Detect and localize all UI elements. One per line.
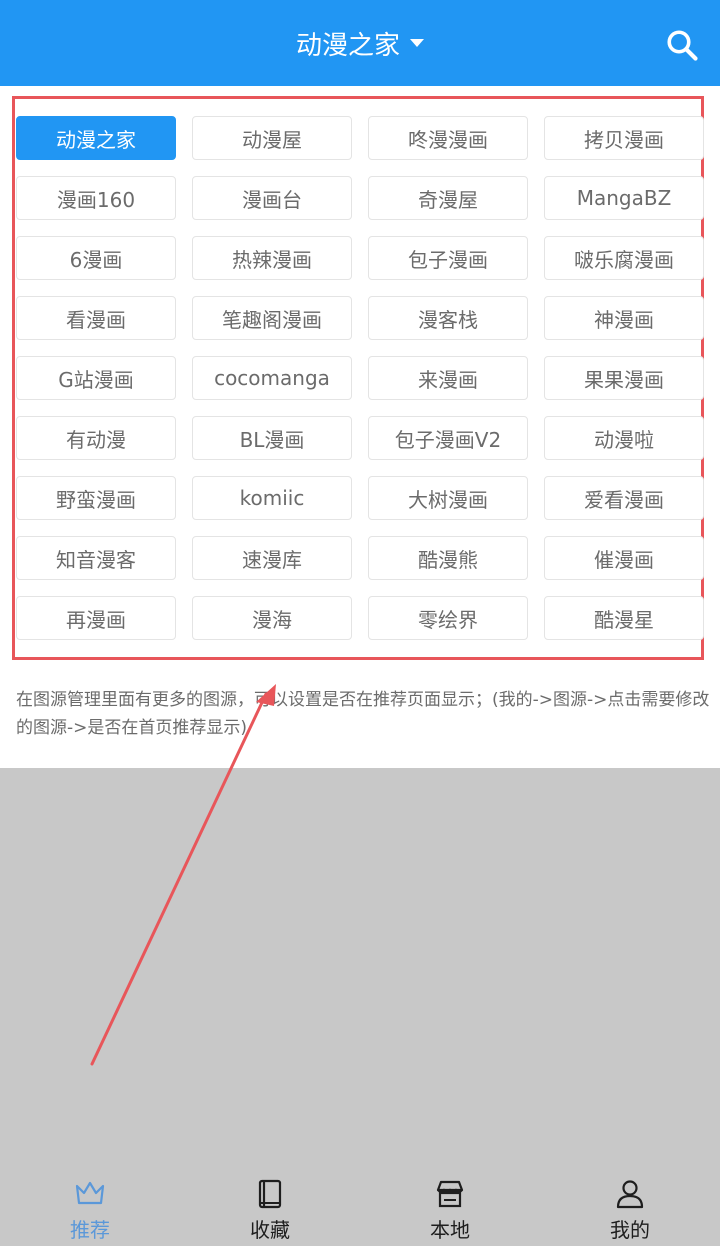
user-icon: [616, 1180, 644, 1209]
store-icon: [436, 1180, 464, 1208]
source-chip[interactable]: cocomanga: [192, 356, 352, 400]
tab-favorites[interactable]: 收藏: [180, 1172, 360, 1246]
bottom-tab-bar: 推荐 收藏 本地 我的: [0, 1172, 720, 1246]
source-note: 在图源管理里面有更多的图源，可以设置是否在推荐页面显示；(我的->图源->点击需…: [16, 690, 710, 738]
tab-label: 本地: [430, 1218, 470, 1242]
source-chip[interactable]: 拷贝漫画: [544, 116, 704, 160]
source-chip[interactable]: 零绘界: [368, 596, 528, 640]
source-chip[interactable]: komiic: [192, 476, 352, 520]
search-icon[interactable]: [664, 27, 700, 63]
source-chip[interactable]: 爱看漫画: [544, 476, 704, 520]
source-chip[interactable]: 包子漫画V2: [368, 416, 528, 460]
source-chip[interactable]: 来漫画: [368, 356, 528, 400]
source-chip[interactable]: 再漫画: [16, 596, 176, 640]
source-chip[interactable]: BL漫画: [192, 416, 352, 460]
source-chip[interactable]: 动漫屋: [192, 116, 352, 160]
caret-down-icon: [410, 39, 424, 47]
source-chip[interactable]: 看漫画: [16, 296, 176, 340]
source-chip[interactable]: 催漫画: [544, 536, 704, 580]
source-grid: 动漫之家 动漫屋 咚漫漫画 拷贝漫画漫画160 漫画台 奇漫屋 MangaBZ 6漫画 热辣漫画…: [16, 116, 704, 640]
source-chip[interactable]: 笔趣阁漫画: [192, 296, 352, 340]
tab-label: 推荐: [70, 1218, 110, 1242]
empty-area: [0, 768, 720, 1172]
crown-icon: [75, 1181, 105, 1205]
page-title: 动漫之家: [295, 30, 400, 61]
book-icon: [258, 1179, 282, 1209]
source-chip[interactable]: G站漫画: [16, 356, 176, 400]
source-chip[interactable]: 漫画台: [192, 176, 352, 220]
source-chip[interactable]: 野蛮漫画: [16, 476, 176, 520]
tab-mine[interactable]: 我的: [540, 1172, 720, 1246]
source-chip[interactable]: 果果漫画: [544, 356, 704, 400]
source-chip[interactable]: 知音漫客: [16, 536, 176, 580]
source-chip[interactable]: 奇漫屋: [368, 176, 528, 220]
source-chip[interactable]: 漫客栈: [368, 296, 528, 340]
source-chip[interactable]: 热辣漫画: [192, 236, 352, 280]
source-chip[interactable]: 有动漫: [16, 416, 176, 460]
source-chip[interactable]: 包子漫画: [368, 236, 528, 280]
source-chip[interactable]: 大树漫画: [368, 476, 528, 520]
source-chip[interactable]: 漫海: [192, 596, 352, 640]
source-chip[interactable]: MangaBZ: [544, 176, 704, 220]
source-chip[interactable]: 酷漫星: [544, 596, 704, 640]
app-header: 动漫之家: [0, 0, 720, 86]
source-chip[interactable]: 啵乐腐漫画: [544, 236, 704, 280]
source-chip[interactable]: 速漫库: [192, 536, 352, 580]
tab-label: 我的: [610, 1218, 650, 1242]
source-chip[interactable]: 动漫之家: [16, 116, 176, 160]
source-chip[interactable]: 咚漫漫画: [368, 116, 528, 160]
source-chip[interactable]: 动漫啦: [544, 416, 704, 460]
source-chip[interactable]: 神漫画: [544, 296, 704, 340]
source-title-dropdown[interactable]: 动漫之家: [0, 0, 720, 86]
tab-label: 收藏: [250, 1218, 290, 1242]
tab-local[interactable]: 本地: [360, 1172, 540, 1246]
source-chip[interactable]: 漫画160: [16, 176, 176, 220]
tab-recommend[interactable]: 推荐: [0, 1172, 180, 1246]
source-chip[interactable]: 酷漫熊: [368, 536, 528, 580]
source-chip[interactable]: 6漫画: [16, 236, 176, 280]
